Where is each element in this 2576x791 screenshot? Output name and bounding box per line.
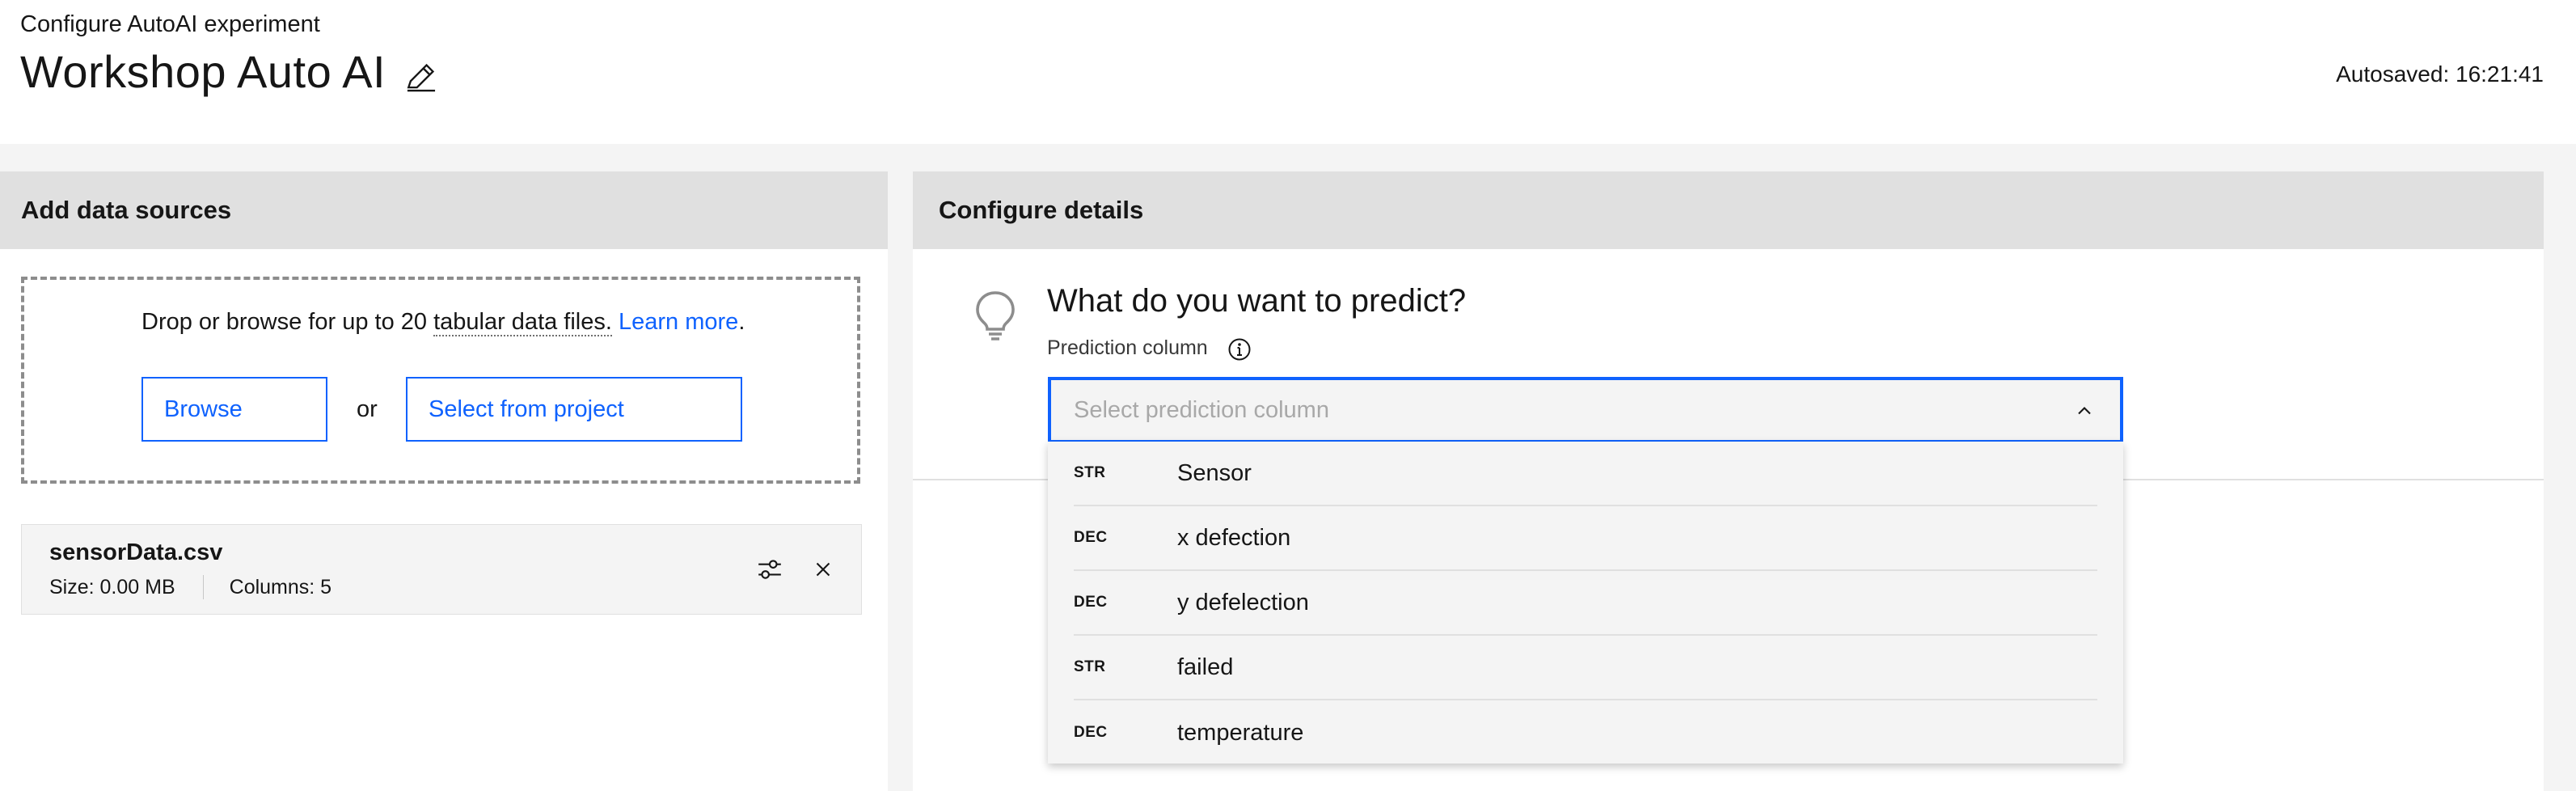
dropdown-option-sensor[interactable]: STR Sensor bbox=[1048, 442, 2123, 506]
select-from-project-button[interactable]: Select from project bbox=[406, 377, 742, 442]
file-name: sensorData.csv bbox=[49, 539, 223, 565]
file-size: Size: 0.00 MB bbox=[49, 575, 175, 599]
option-label: failed bbox=[1177, 654, 1234, 680]
type-badge: DEC bbox=[1074, 529, 1108, 546]
add-data-sources-panel: Add data sources Drop or browse for up t… bbox=[0, 171, 888, 791]
chevron-up-icon[interactable] bbox=[2073, 400, 2096, 422]
type-badge: STR bbox=[1074, 464, 1106, 481]
page-header: Configure AutoAI experiment Workshop Aut… bbox=[0, 0, 2576, 144]
type-badge: STR bbox=[1074, 658, 1106, 675]
file-meta: Size: 0.00 MB Columns: 5 bbox=[49, 575, 332, 599]
lightbulb-icon bbox=[976, 291, 1015, 341]
dropdown-option-failed[interactable]: STR failed bbox=[1048, 636, 2123, 700]
page-title: Workshop Auto AI bbox=[20, 46, 386, 97]
select-placeholder: Select prediction column bbox=[1074, 396, 1329, 423]
file-columns: Columns: 5 bbox=[229, 575, 332, 599]
option-label: x defection bbox=[1177, 524, 1291, 551]
option-label: temperature bbox=[1177, 719, 1304, 746]
prediction-column-select[interactable]: Select prediction column bbox=[1048, 377, 2123, 443]
info-icon[interactable] bbox=[1227, 336, 1252, 362]
edit-icon[interactable] bbox=[404, 60, 438, 94]
browse-button[interactable]: Browse bbox=[141, 377, 327, 442]
prediction-column-label: Prediction column bbox=[1047, 336, 1208, 359]
dropdown-option-temperature[interactable]: DEC temperature bbox=[1048, 700, 2123, 765]
type-badge: DEC bbox=[1074, 594, 1108, 611]
autosave-status: Autosaved: 16:21:41 bbox=[2336, 61, 2544, 87]
type-badge: DEC bbox=[1074, 724, 1108, 741]
close-icon[interactable] bbox=[811, 557, 835, 582]
or-text: or bbox=[357, 396, 378, 422]
drop-prefix: Drop or browse for up to 20 bbox=[141, 309, 434, 335]
prediction-column-dropdown-menu: STR Sensor DEC x defection DEC y defelec… bbox=[1048, 442, 2123, 764]
file-tile: sensorData.csv Size: 0.00 MB Columns: 5 bbox=[21, 524, 862, 615]
dropdown-option-x-defection[interactable]: DEC x defection bbox=[1048, 506, 2123, 571]
dropzone-text: Drop or browse for up to 20 tabular data… bbox=[141, 309, 745, 336]
prediction-question: What do you want to predict? bbox=[1047, 283, 1467, 319]
drop-suffix: . bbox=[738, 309, 745, 335]
settings-icon[interactable] bbox=[756, 556, 783, 583]
dropdown-option-y-defelection[interactable]: DEC y defelection bbox=[1048, 571, 2123, 636]
breadcrumb[interactable]: Configure AutoAI experiment bbox=[20, 11, 320, 38]
file-dropzone[interactable]: Drop or browse for up to 20 tabular data… bbox=[21, 277, 860, 484]
learn-more-link[interactable]: Learn more bbox=[619, 309, 738, 335]
panel-title-add-data: Add data sources bbox=[0, 171, 888, 249]
tabular-data-tooltip[interactable]: tabular data files. bbox=[433, 309, 612, 336]
option-label: Sensor bbox=[1177, 459, 1252, 486]
meta-divider bbox=[202, 575, 204, 599]
panel-title-configure: Configure details bbox=[913, 171, 2544, 249]
option-label: y defelection bbox=[1177, 589, 1309, 615]
